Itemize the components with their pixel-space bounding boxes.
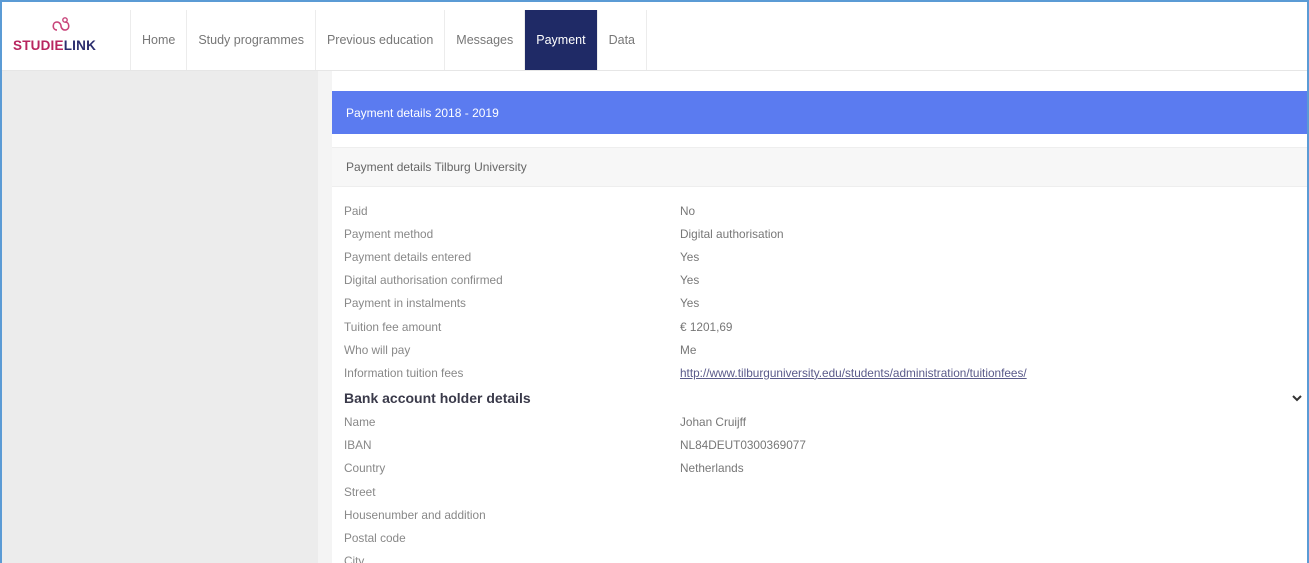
detail-row-details-entered: Payment details entered Yes	[344, 245, 1304, 268]
detail-value: No	[680, 203, 696, 218]
left-sidebar	[2, 71, 318, 563]
logo-suffix: LINK	[63, 38, 97, 53]
nav-payment[interactable]: Payment	[525, 10, 598, 70]
chevron-down-icon[interactable]	[1290, 391, 1304, 405]
panel-header-text: Payment details 2018 - 2019	[346, 105, 499, 120]
detail-row-authorisation-confirmed: Digital authorisation confirmed Yes	[344, 269, 1304, 292]
detail-value: € 1201,69	[680, 319, 733, 334]
detail-label: Payment method	[344, 226, 434, 241]
bank-row-housenumber: Housenumber and addition	[344, 503, 1304, 526]
nav-data[interactable]: Data	[598, 10, 648, 70]
nav-previous-education[interactable]: Previous education	[316, 10, 446, 70]
bank-row-country: Country Netherlands	[344, 457, 1304, 480]
detail-value: Me	[680, 342, 697, 357]
detail-value: NL84DEUT0300369077	[680, 438, 806, 453]
detail-label: Payment in instalments	[344, 296, 466, 311]
detail-label: Tuition fee amount	[344, 319, 442, 334]
detail-value: Yes	[680, 296, 700, 311]
studielink-logo[interactable]: STUDIELINK	[2, 10, 130, 70]
detail-label: Who will pay	[344, 342, 411, 357]
bank-row-city: City	[344, 550, 1304, 563]
payment-details-list: Paid No Payment method Digital authorisa…	[344, 199, 1304, 563]
link-logo-icon	[52, 17, 70, 31]
detail-label: Street	[344, 484, 376, 499]
logo-prefix: STUDIE	[13, 38, 64, 53]
detail-label: Postal code	[344, 531, 406, 546]
payment-panel-header: Payment details 2018 - 2019	[332, 91, 1307, 134]
detail-label: Digital authorisation confirmed	[344, 273, 503, 288]
bank-details-section-header[interactable]: Bank account holder details	[344, 385, 1304, 411]
nav-study-programmes[interactable]: Study programmes	[187, 10, 316, 70]
top-navigation: STUDIELINK Home Study programmes Previou…	[2, 10, 1307, 71]
nav-messages[interactable]: Messages	[445, 10, 526, 70]
detail-row-paid: Paid No	[344, 199, 1304, 222]
detail-label: Information tuition fees	[344, 365, 464, 380]
detail-row-tuition-amount: Tuition fee amount € 1201,69	[344, 315, 1304, 338]
detail-value: Johan Cruijff	[680, 415, 747, 430]
detail-label: Country	[344, 461, 386, 476]
detail-label: City	[344, 554, 365, 563]
detail-value: http://www.tilburguniversity.edu/student…	[680, 366, 1027, 380]
detail-label: Housenumber and addition	[344, 507, 486, 522]
detail-value: Digital authorisation	[680, 226, 784, 241]
nav-home[interactable]: Home	[130, 10, 188, 70]
bank-row-name: Name Johan Cruijff	[344, 411, 1304, 434]
detail-row-who-will-pay: Who will pay Me	[344, 338, 1304, 361]
detail-label: Name	[344, 415, 376, 430]
detail-row-instalments: Payment in instalments Yes	[344, 292, 1304, 315]
tuition-fees-link[interactable]: http://www.tilburguniversity.edu/student…	[680, 366, 1027, 380]
app-frame: STUDIELINK Home Study programmes Previou…	[0, 0, 1309, 563]
detail-value: Netherlands	[680, 461, 744, 476]
detail-value: Yes	[680, 249, 700, 264]
detail-label: IBAN	[344, 438, 372, 453]
bank-section-title: Bank account holder details	[344, 389, 531, 406]
detail-value: Yes	[680, 273, 700, 288]
detail-row-payment-method: Payment method Digital authorisation	[344, 222, 1304, 245]
bank-row-iban: IBAN NL84DEUT0300369077	[344, 434, 1304, 457]
logo-text: STUDIELINK	[13, 38, 96, 53]
payment-subheader: Payment details Tilburg University	[332, 147, 1307, 187]
detail-label: Paid	[344, 203, 368, 218]
detail-row-tuition-info: Information tuition fees http://www.tilb…	[344, 361, 1304, 384]
bank-row-postal-code: Postal code	[344, 526, 1304, 549]
sidebar-gutter	[318, 71, 332, 563]
subheader-text: Payment details Tilburg University	[346, 160, 527, 174]
bank-row-street: Street	[344, 480, 1304, 503]
detail-label: Payment details entered	[344, 249, 472, 264]
